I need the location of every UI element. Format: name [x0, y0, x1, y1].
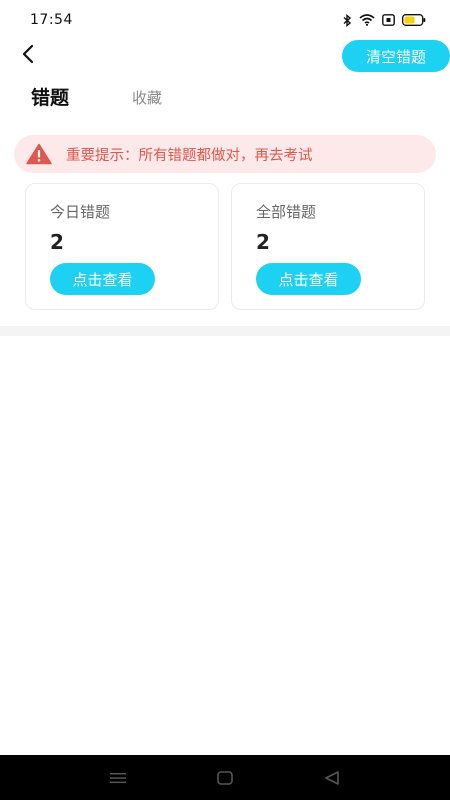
card-title: 全部错题 [256, 203, 317, 221]
sim-icon [382, 14, 395, 26]
screen: 17:54 清空错题 错题 收藏 重要提示：所有错题都做对，再去考试 今日错题 … [0, 0, 450, 800]
status-time: 17:54 [30, 12, 73, 28]
back-triangle-icon[interactable] [320, 767, 344, 789]
status-icons [343, 13, 426, 27]
today-wrong-card: 今日错题 2 点击查看 [25, 183, 219, 310]
view-all-button[interactable]: 点击查看 [256, 263, 361, 295]
tab-favorites[interactable]: 收藏 [132, 82, 162, 114]
clear-wrong-questions-button[interactable]: 清空错题 [342, 40, 450, 72]
tab-bar: 错题 收藏 [0, 82, 450, 114]
system-nav-bar [0, 755, 450, 800]
card-count: 2 [256, 230, 270, 254]
bluetooth-icon [343, 13, 352, 27]
section-divider [0, 326, 450, 336]
notice-text: 重要提示：所有错题都做对，再去考试 [66, 147, 313, 164]
chevron-left-icon [21, 44, 35, 68]
home-square-icon[interactable] [213, 767, 237, 789]
card-title: 今日错题 [50, 203, 111, 221]
menu-icon[interactable] [106, 767, 130, 789]
tab-wrong-questions[interactable]: 错题 [31, 82, 69, 114]
all-wrong-card: 全部错题 2 点击查看 [231, 183, 425, 310]
warning-icon [26, 143, 54, 165]
view-today-button[interactable]: 点击查看 [50, 263, 155, 295]
header: 清空错题 [0, 40, 450, 72]
battery-icon [402, 14, 426, 26]
card-count: 2 [50, 230, 64, 254]
notice-banner: 重要提示：所有错题都做对，再去考试 [14, 135, 436, 173]
back-button[interactable] [12, 40, 44, 72]
status-bar: 17:54 [0, 0, 450, 40]
wifi-icon [359, 14, 375, 26]
